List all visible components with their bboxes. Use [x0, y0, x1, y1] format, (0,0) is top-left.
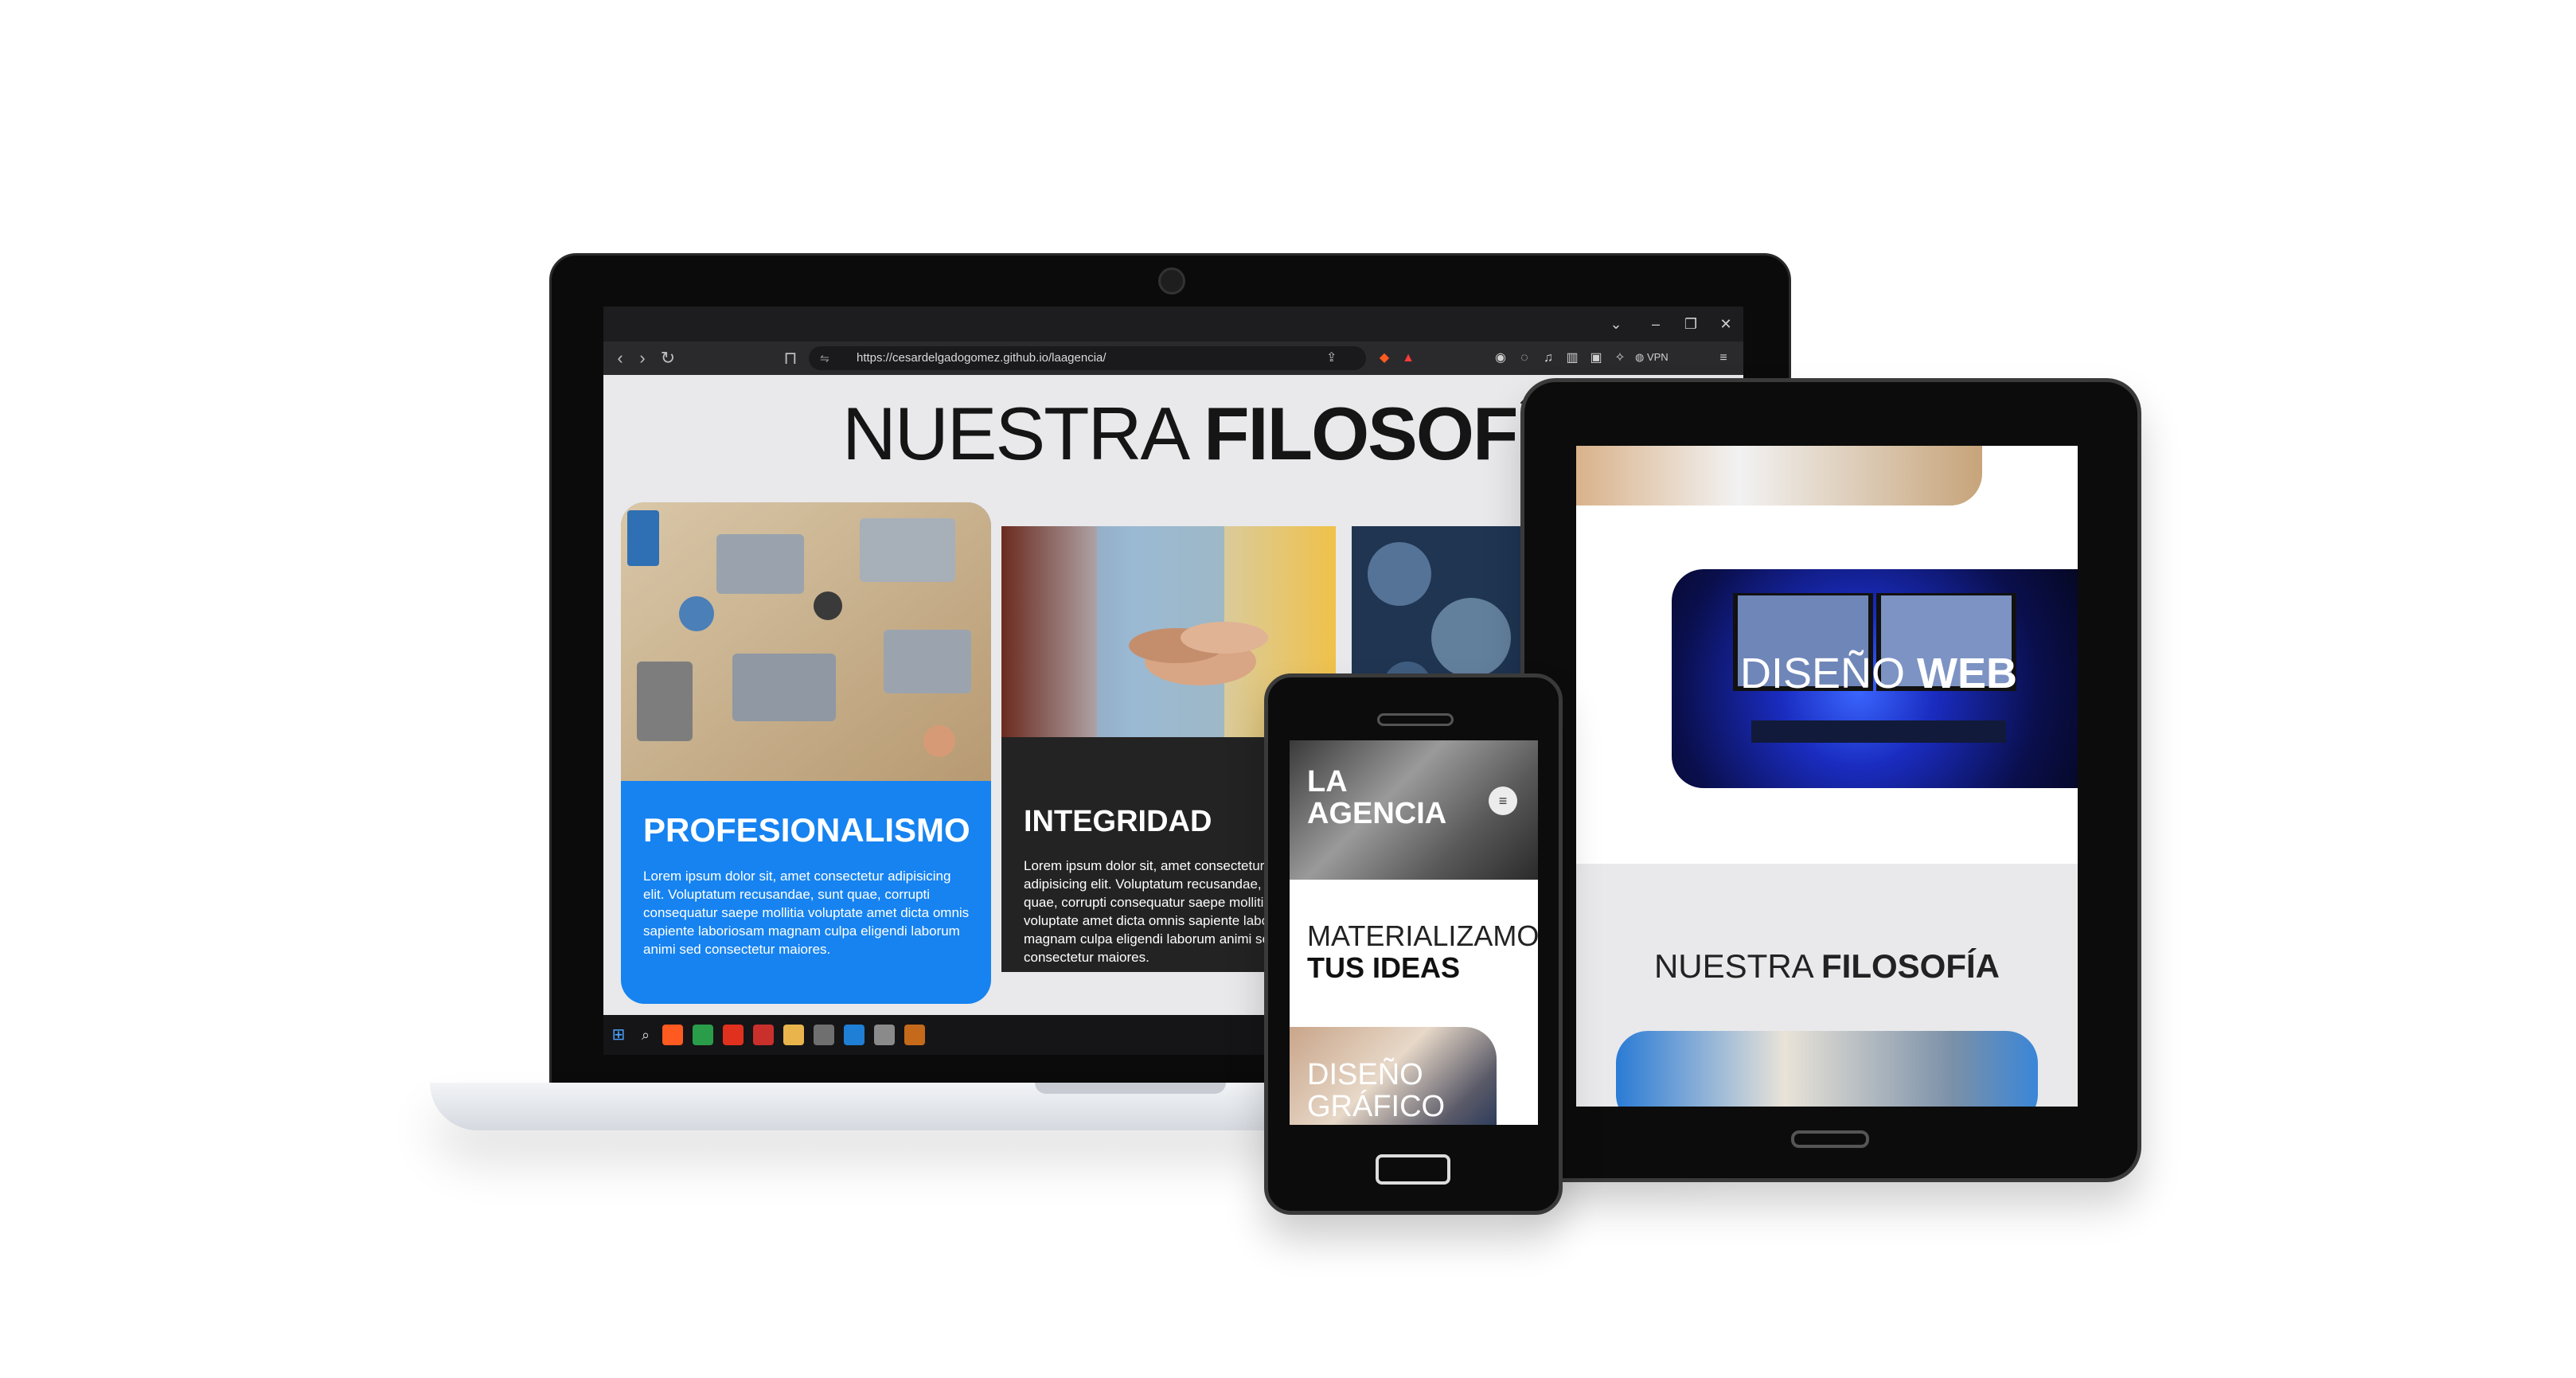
sidebar-icon[interactable]: ▥ — [1563, 349, 1581, 367]
forward-icon[interactable]: › — [630, 346, 654, 370]
vscode-taskbar-icon[interactable] — [844, 1025, 865, 1045]
start-icon[interactable]: ⊞ — [608, 1025, 629, 1045]
pdf-taskbar-icon[interactable] — [753, 1025, 774, 1045]
leo-ai-icon[interactable]: ✧ — [1611, 349, 1629, 367]
tagline-bold: TUS IDEAS — [1307, 951, 1461, 984]
tablet-web-title: DISEÑO WEB — [1672, 649, 2078, 698]
diseno-line2: GRÁFICO — [1307, 1090, 1446, 1123]
card-text: Lorem ipsum dolor sit, amet consectetur … — [643, 869, 970, 957]
card-title: INTEGRIDAD — [1024, 805, 1212, 838]
opera-taskbar-icon[interactable] — [723, 1025, 744, 1045]
brave-rewards-icon[interactable]: ▲ — [1399, 349, 1417, 367]
tablet-diseno-web-card[interactable]: DISEÑO WEB — [1672, 569, 2078, 788]
brave-shield-icon[interactable]: ◆ — [1376, 349, 1393, 367]
address-bar[interactable]: ⇋ https://cesardelgadogomez.github.io/la… — [809, 346, 1366, 370]
tablet-top-image — [1576, 446, 1982, 506]
hero-line1: LA — [1307, 765, 1348, 798]
phone-diseno-title: DISEÑO GRÁFICO — [1307, 1059, 1482, 1122]
wallet-icon[interactable]: ▣ — [1587, 349, 1605, 367]
phone-speaker — [1377, 713, 1454, 726]
tagline-light: MATERIALIZAMOS — [1307, 919, 1538, 952]
browser-toolbar: ‹ › ↻ ⊓ ⇋ https://cesardelgadogomez.gith… — [603, 342, 1743, 375]
minimize-icon[interactable]: – — [1640, 311, 1672, 337]
app2-taskbar-icon[interactable] — [874, 1025, 895, 1045]
vpn-button[interactable]: ◍ VPN — [1635, 351, 1669, 364]
tab-list-icon[interactable]: ⌄ — [1600, 311, 1632, 337]
close-icon[interactable]: ✕ — [1710, 311, 1742, 337]
back-icon[interactable]: ‹ — [608, 346, 632, 370]
settings-taskbar-icon[interactable] — [814, 1025, 834, 1045]
card-image-office — [621, 502, 991, 781]
card-profesionalismo[interactable]: PROFESIONALISMO Lorem ipsum dolor sit, a… — [621, 502, 991, 1004]
brave-taskbar-icon[interactable] — [662, 1025, 683, 1045]
url-text: https://cesardelgadogomez.github.io/laag… — [857, 351, 1107, 365]
search-icon[interactable]: ⌕ — [635, 1025, 656, 1045]
card-title: PROFESIONALISMO — [643, 811, 970, 849]
restore-icon[interactable]: ❐ — [1675, 311, 1707, 337]
app3-taskbar-icon[interactable] — [904, 1025, 925, 1045]
tablet-philosophy-title: NUESTRA FILOSOFÍA — [1576, 947, 2078, 986]
tablet-home-button[interactable] — [1791, 1130, 1869, 1148]
vpn-label: VPN — [1646, 351, 1669, 363]
app-taskbar-icon[interactable] — [693, 1025, 713, 1045]
page-title: NUESTRA FILOSOFÍA — [842, 391, 1638, 477]
bookmark-icon[interactable]: ⊓ — [779, 346, 802, 370]
diseno-line1: DISEÑO — [1307, 1058, 1423, 1091]
music-icon[interactable]: ♫ — [1540, 349, 1557, 367]
browser-titlebar: ⌄ – ❐ ✕ — [603, 306, 1743, 342]
title-light: NUESTRA — [842, 392, 1186, 475]
hamburger-menu-icon[interactable]: ≡ — [1489, 787, 1517, 815]
phone-screen: LA AGENCIA ≡ MATERIALIZAMOS TUS IDEAS DI… — [1290, 740, 1538, 1125]
web-title-light: DISEÑO — [1739, 650, 1906, 697]
philo-light: NUESTRA — [1653, 947, 1813, 985]
tablet-screen: DISEÑO WEB NUESTRA FILOSOFÍA — [1576, 446, 2078, 1107]
phone-hero-title: LA AGENCIA — [1307, 766, 1466, 830]
menu-icon[interactable]: ≡ — [1715, 349, 1732, 367]
laptop-notch — [1035, 1083, 1226, 1094]
share-icon[interactable]: ⇪ — [1326, 346, 1337, 370]
site-settings-icon[interactable]: ⇋ — [820, 346, 829, 370]
hero-line2: AGENCIA — [1307, 797, 1447, 830]
webcam — [1158, 267, 1185, 295]
tablet-card-image — [1616, 1031, 2038, 1107]
philo-bold: FILOSOFÍA — [1821, 947, 2000, 985]
extension-icon[interactable]: ◉ — [1492, 349, 1509, 367]
phone-home-button[interactable] — [1376, 1154, 1450, 1185]
chat-icon[interactable]: ◌ — [1516, 349, 1533, 367]
folder-taskbar-icon[interactable] — [783, 1025, 804, 1045]
web-title-bold: WEB — [1917, 650, 2018, 697]
reload-icon[interactable]: ↻ — [656, 346, 680, 370]
